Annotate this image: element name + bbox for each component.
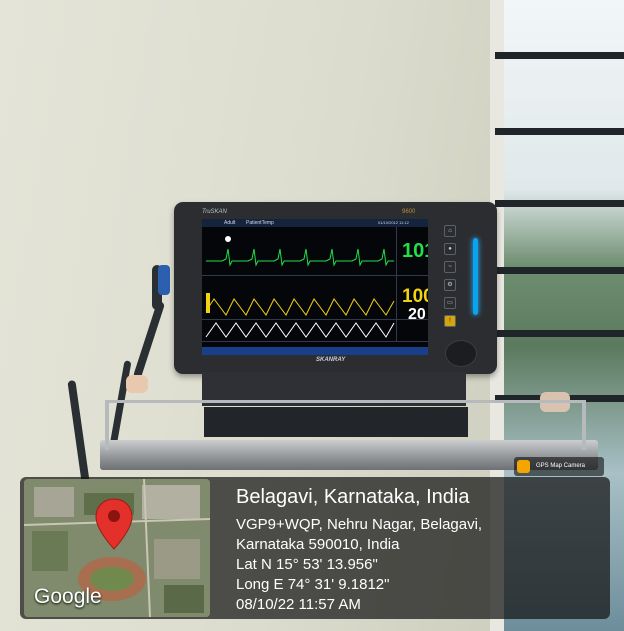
latitude: Lat N 15° 53' 13.956" (236, 556, 378, 573)
spo2-bar (206, 293, 210, 313)
tray-rail (582, 400, 586, 450)
timestamp: 08/10/22 11:57 AM (236, 596, 361, 613)
resp-waveform (205, 322, 395, 338)
monitor-brand: TruSKAN (202, 209, 227, 215)
spo2-value: 100 (402, 286, 428, 307)
side-button-panel: ⌂ ● ~ ⚙ ▭ ! (432, 219, 468, 355)
resp-value: 20 (408, 306, 426, 323)
divider (202, 275, 428, 276)
location-pin-icon (95, 498, 133, 550)
window-bar (495, 128, 624, 135)
status-led-bar (473, 238, 478, 315)
bottom-menu-bar[interactable] (202, 347, 428, 355)
alarm-silence-icon[interactable]: ! (444, 315, 456, 327)
monitor-screen: Adult PatientTemp 01/10/2012 11:12 101 1… (202, 219, 428, 355)
gps-badge-label: GPS Map Camera (536, 463, 586, 469)
window-bar (495, 52, 624, 59)
trend-icon[interactable]: ~ (444, 261, 456, 273)
settings-icon[interactable]: ⚙ (444, 279, 456, 291)
divider (202, 341, 428, 342)
heart-rate-value: 101 (402, 240, 428, 262)
tray-rail (105, 400, 585, 403)
spo2-waveform (205, 298, 395, 316)
window-bar (495, 200, 624, 207)
home-icon[interactable]: ⌂ (444, 225, 456, 237)
divider (202, 319, 428, 320)
longitude: Long E 74° 31' 9.1812" (236, 576, 390, 593)
address-line-1: VGP9+WQP, Nehru Nagar, Belagavi, (236, 516, 483, 533)
monitor-logo: SKANRAY (316, 357, 346, 363)
tray-rail (105, 400, 109, 450)
navigation-knob[interactable] (445, 340, 477, 367)
patient-monitor: TruSKAN 9600 Adult PatientTemp 01/10/201… (174, 202, 497, 374)
window-bar (495, 330, 624, 337)
screen-indicator-icon (225, 236, 231, 242)
google-logo: Google (34, 585, 102, 608)
ecg-waveform (206, 248, 394, 267)
alarm-icon[interactable]: ● (444, 243, 456, 255)
divider (396, 227, 397, 341)
gps-camera-badge: GPS Map Camera (514, 457, 604, 476)
sensor-clip (126, 375, 148, 393)
camera-icon (517, 460, 530, 473)
mount-stand (204, 407, 468, 437)
window-bar (495, 267, 624, 274)
address-line-2: Karnataka 590010, India (236, 536, 400, 553)
monitor-model: 9600 (402, 209, 416, 215)
location-city: Belagavi, Karnataka, India (236, 486, 470, 508)
cable-connector (158, 265, 170, 295)
freeze-icon[interactable]: ▭ (444, 297, 456, 309)
waveforms (205, 236, 395, 338)
